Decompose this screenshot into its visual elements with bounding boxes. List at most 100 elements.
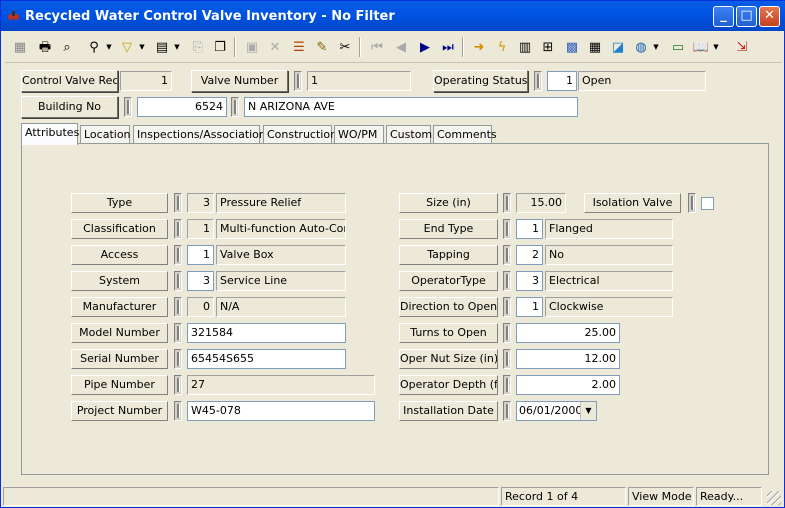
- building-no-button[interactable]: Building No: [21, 96, 118, 118]
- filter-icon[interactable]: ▽: [116, 36, 138, 58]
- direction-to-open-lookup[interactable]: [503, 297, 511, 317]
- direction-to-open-button[interactable]: Direction to Open: [399, 297, 498, 317]
- system-button[interactable]: System: [71, 271, 168, 291]
- report-icon[interactable]: ▤: [151, 36, 173, 58]
- globe-icon[interactable]: ◍: [630, 36, 652, 58]
- lightning-icon[interactable]: ϟ: [491, 36, 513, 58]
- clone-icon[interactable]: ❐: [209, 36, 231, 58]
- size-lookup[interactable]: [503, 193, 511, 213]
- keyboard-icon[interactable]: ▭: [667, 36, 689, 58]
- installation-date-lookup[interactable]: [503, 401, 511, 421]
- oper-nut-size-lookup[interactable]: [503, 349, 511, 369]
- operator-type-code[interactable]: 3: [516, 271, 543, 291]
- minimize-button[interactable]: _: [713, 6, 734, 27]
- tab-construction[interactable]: Construction: [263, 125, 337, 144]
- project-number-field[interactable]: W45-078: [187, 401, 375, 421]
- operating-status-lookup[interactable]: [534, 71, 542, 91]
- project-number-lookup[interactable]: [174, 401, 182, 421]
- globe-dropdown-icon[interactable]: ▼: [652, 36, 660, 58]
- building-no-lookup[interactable]: [124, 97, 132, 117]
- cut-icon[interactable]: ✂: [334, 36, 356, 58]
- operating-status-button[interactable]: Operating Status: [433, 70, 528, 92]
- serial-number-button[interactable]: Serial Number: [71, 349, 168, 369]
- tab-wo-pm[interactable]: WO/PM: [334, 125, 384, 144]
- book-icon[interactable]: 📖: [690, 36, 712, 58]
- end-type-button[interactable]: End Type: [399, 219, 498, 239]
- building-address-lookup[interactable]: [231, 97, 239, 117]
- last-record-icon[interactable]: ⏭: [437, 36, 459, 58]
- tapping-code[interactable]: 2: [516, 245, 543, 265]
- previous-record-icon[interactable]: ◀: [390, 36, 412, 58]
- control-valve-rec-button[interactable]: Control Valve Rec #: [21, 70, 118, 92]
- direction-to-open-code[interactable]: 1: [516, 297, 543, 317]
- model-number-button[interactable]: Model Number: [71, 323, 168, 343]
- delete-disabled-icon[interactable]: ✕: [264, 36, 286, 58]
- next-record-icon[interactable]: ▶: [414, 36, 436, 58]
- access-lookup[interactable]: [174, 245, 182, 265]
- isolation-valve-lookup[interactable]: [688, 193, 696, 213]
- oper-nut-size-field[interactable]: 12.00: [516, 349, 620, 369]
- print-preview-icon[interactable]: ⌕: [56, 36, 78, 58]
- access-code[interactable]: 1: [187, 245, 214, 265]
- view-icon[interactable]: ◪: [607, 36, 629, 58]
- manufacturer-button[interactable]: Manufacturer: [71, 297, 168, 317]
- browse-icon[interactable]: ▥: [514, 36, 536, 58]
- tab-attributes[interactable]: Attributes: [21, 123, 79, 145]
- search-binoculars-icon[interactable]: ⚲: [83, 36, 105, 58]
- first-record-icon[interactable]: ⏮: [366, 36, 388, 58]
- operating-status-code[interactable]: 1: [547, 71, 577, 91]
- filter-dropdown-icon[interactable]: ▼: [138, 36, 146, 58]
- print-icon[interactable]: 🖶: [34, 36, 56, 58]
- classification-lookup[interactable]: [174, 219, 182, 239]
- building-address-value[interactable]: N ARIZONA AVE: [244, 97, 578, 117]
- hierarchy-icon[interactable]: ⊞: [537, 36, 559, 58]
- manufacturer-lookup[interactable]: [174, 297, 182, 317]
- turns-to-open-lookup[interactable]: [503, 323, 511, 343]
- save-disabled-icon[interactable]: ▣: [241, 36, 263, 58]
- tab-comments[interactable]: Comments: [433, 125, 497, 144]
- turns-to-open-field[interactable]: 25.00: [516, 323, 620, 343]
- serial-number-lookup[interactable]: [174, 349, 182, 369]
- valve-number-lookup[interactable]: [294, 71, 302, 91]
- turns-to-open-button[interactable]: Turns to Open: [399, 323, 498, 343]
- close-button[interactable]: ✕: [759, 6, 780, 27]
- operator-depth-lookup[interactable]: [503, 375, 511, 395]
- copy-disabled-icon[interactable]: ⎘: [187, 36, 209, 58]
- exit-icon[interactable]: ⇲: [731, 36, 753, 58]
- model-number-field[interactable]: 321584: [187, 323, 346, 343]
- installation-date-picker[interactable]: 06/01/2000 ▼: [516, 401, 597, 421]
- end-type-code[interactable]: 1: [516, 219, 543, 239]
- edit-pencil-icon[interactable]: ✎: [311, 36, 333, 58]
- map-icon[interactable]: ▩: [561, 36, 583, 58]
- tab-inspections-associations[interactable]: Inspections/Associations: [133, 125, 272, 144]
- book-dropdown-icon[interactable]: ▼: [712, 36, 720, 58]
- table-icon[interactable]: ▦: [9, 36, 31, 58]
- installation-date-button[interactable]: Installation Date: [399, 401, 498, 421]
- serial-number-field[interactable]: 65454S655: [187, 349, 346, 369]
- type-lookup[interactable]: [174, 193, 182, 213]
- tab-location[interactable]: Location: [80, 125, 131, 144]
- report-dropdown-icon[interactable]: ▼: [173, 36, 181, 58]
- tab-custom[interactable]: Custom: [386, 125, 432, 144]
- end-type-lookup[interactable]: [503, 219, 511, 239]
- project-number-button[interactable]: Project Number: [71, 401, 168, 421]
- maximize-button[interactable]: □: [736, 6, 757, 27]
- isolation-valve-checkbox[interactable]: [701, 197, 714, 210]
- system-lookup[interactable]: [174, 271, 182, 291]
- search-dropdown-icon[interactable]: ▼: [105, 36, 113, 58]
- building-no-code[interactable]: 6524: [137, 97, 227, 117]
- valve-number-button[interactable]: Valve Number: [191, 70, 288, 92]
- new-record-arrow-icon[interactable]: ➜: [468, 36, 490, 58]
- pipe-number-button[interactable]: Pipe Number: [71, 375, 168, 395]
- tapping-button[interactable]: Tapping: [399, 245, 498, 265]
- size-button[interactable]: Size (in): [399, 193, 498, 213]
- calculator-icon[interactable]: ▦: [584, 36, 606, 58]
- stack-icon[interactable]: ☰: [288, 36, 310, 58]
- system-code[interactable]: 3: [187, 271, 214, 291]
- pipe-number-lookup[interactable]: [174, 375, 182, 395]
- tapping-lookup[interactable]: [503, 245, 511, 265]
- oper-nut-size-button[interactable]: Oper Nut Size (in): [399, 349, 498, 369]
- access-button[interactable]: Access: [71, 245, 168, 265]
- operator-type-lookup[interactable]: [503, 271, 511, 291]
- classification-button[interactable]: Classification: [71, 219, 168, 239]
